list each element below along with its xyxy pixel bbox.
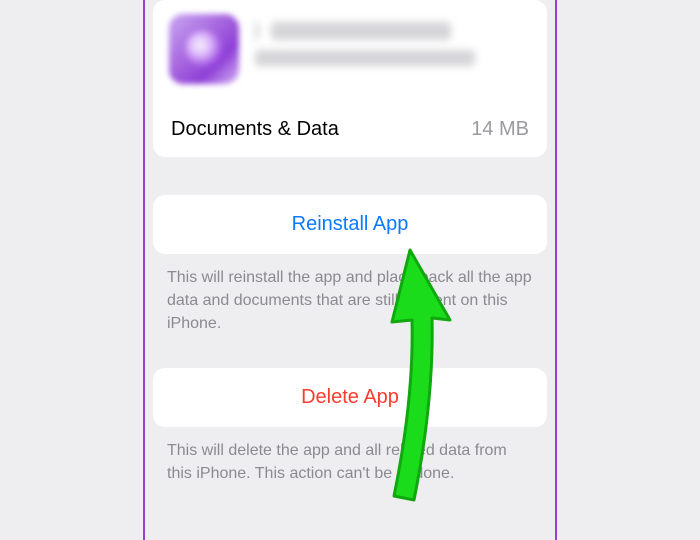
blurred-text bbox=[255, 22, 259, 40]
blurred-text bbox=[255, 50, 475, 66]
reinstall-caption: This will reinstall the app and place ba… bbox=[153, 254, 547, 336]
iphone-settings-screen: Documents & Data 14 MB Reinstall App Thi… bbox=[143, 0, 557, 540]
documents-data-value: 14 MB bbox=[471, 118, 529, 141]
delete-app-label: Delete App bbox=[301, 386, 399, 408]
documents-data-label: Documents & Data bbox=[171, 118, 339, 141]
reinstall-app-button[interactable]: Reinstall App bbox=[153, 195, 547, 254]
documents-data-row: Documents & Data 14 MB bbox=[153, 102, 547, 157]
reinstall-app-label: Reinstall App bbox=[292, 213, 409, 235]
delete-caption: This will delete the app and all related… bbox=[153, 427, 547, 485]
app-info-card: Documents & Data 14 MB bbox=[153, 0, 547, 157]
delete-app-button[interactable]: Delete App bbox=[153, 368, 547, 427]
app-icon bbox=[169, 14, 239, 84]
app-header-row bbox=[153, 0, 547, 102]
blurred-text bbox=[271, 22, 451, 40]
app-title-block bbox=[255, 22, 531, 76]
